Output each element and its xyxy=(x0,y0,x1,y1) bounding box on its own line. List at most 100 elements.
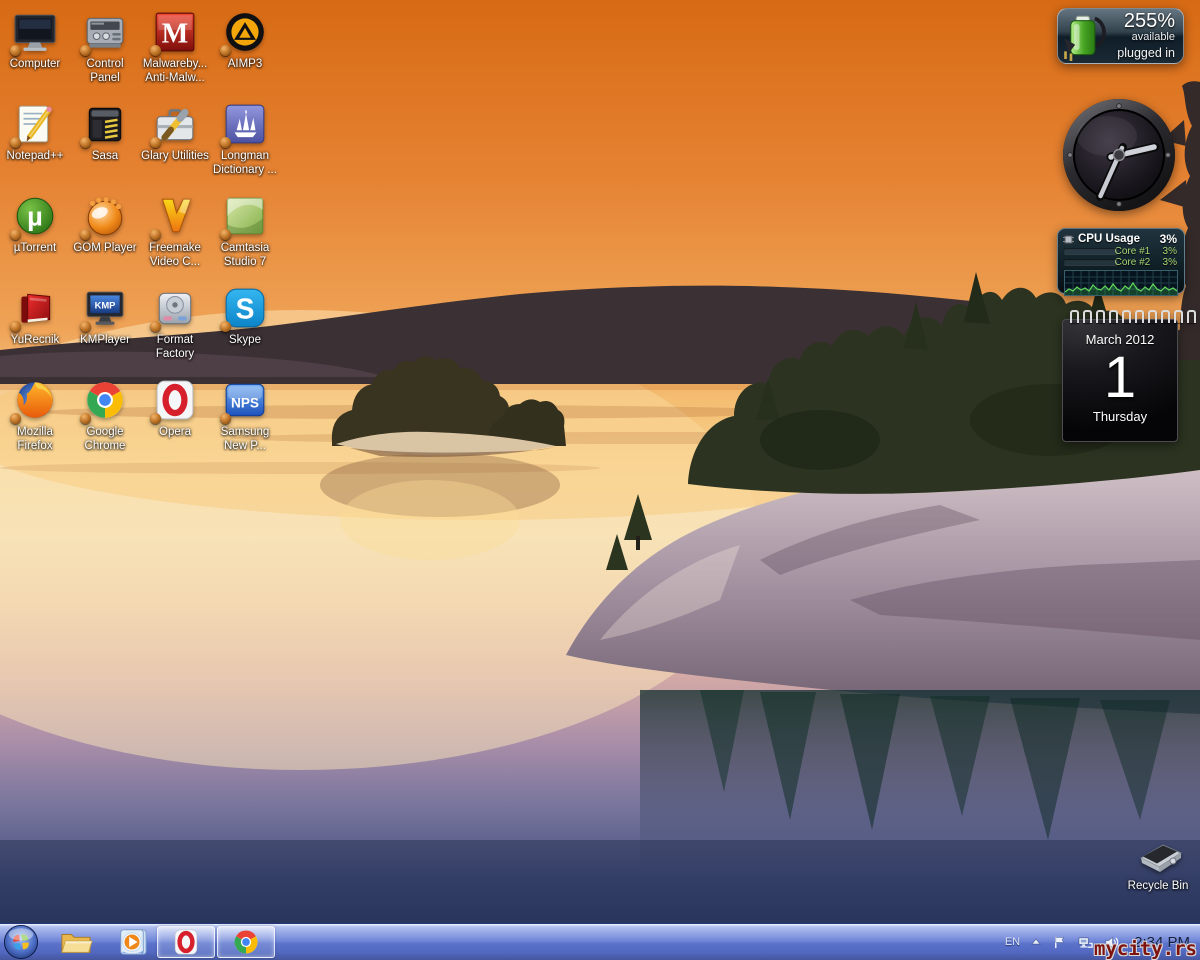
clock-face-icon xyxy=(1062,98,1176,212)
desktop-icon-label: Samsung New P... xyxy=(204,426,286,453)
opera-icon xyxy=(172,928,200,956)
cpu-core1-label: Core #1 xyxy=(1115,246,1151,257)
shortcut-overlay-icon xyxy=(150,321,161,332)
firefox-icon xyxy=(11,376,59,424)
freemake-icon xyxy=(151,192,199,240)
desktop-icon-camtasia[interactable]: Camtasia Studio 7 xyxy=(210,188,280,280)
watermark-text: mycity.rs xyxy=(1094,938,1197,960)
desktop-icon-notepad-plus-plus[interactable]: Notepad++ xyxy=(0,96,70,188)
chrome-icon xyxy=(81,376,129,424)
desktop-icon-aimp3[interactable]: AIMP3 xyxy=(210,4,280,96)
yurecnik-icon xyxy=(11,284,59,332)
cpu-core1-value: 3% xyxy=(1153,246,1177,257)
opera-taskbar-button[interactable] xyxy=(157,926,215,958)
shortcut-overlay-icon xyxy=(10,413,21,424)
shortcut-overlay-icon xyxy=(80,321,91,332)
svg-text:µ: µ xyxy=(27,200,43,231)
language-indicator[interactable]: EN xyxy=(1005,936,1020,948)
desktop-icon-gom-player[interactable]: GOM Player xyxy=(70,188,140,280)
opera-icon xyxy=(151,376,199,424)
desktop-icon-yurecnik[interactable]: YuRecnik xyxy=(0,280,70,372)
desktop-icon-chrome[interactable]: Google Chrome xyxy=(70,372,140,464)
desktop-icon-computer[interactable]: Computer xyxy=(0,4,70,96)
longman-dictionary-icon xyxy=(221,100,269,148)
shortcut-overlay-icon xyxy=(10,137,21,148)
desktop-icon-opera[interactable]: Opera xyxy=(140,372,210,464)
windows-media-player-button[interactable] xyxy=(115,927,149,957)
desktop-icon-samsung-new-pc-studio[interactable]: NPS Samsung New P... xyxy=(210,372,280,464)
analog-clock-gadget[interactable] xyxy=(1062,98,1176,212)
desktop-icon-format-factory[interactable]: Format Factory xyxy=(140,280,210,372)
desktop-icon-control-panel[interactable]: Control Panel xyxy=(70,4,140,96)
recycle-bin[interactable]: Recycle Bin xyxy=(1108,834,1200,894)
computer-icon xyxy=(11,8,59,56)
calendar-spiral-binding xyxy=(1070,310,1196,323)
chrome-taskbar-button[interactable] xyxy=(217,926,275,958)
sasa-folder-icon xyxy=(81,100,129,148)
control-panel-icon xyxy=(81,8,129,56)
show-hidden-icons-button[interactable] xyxy=(1030,937,1042,947)
cpu-core2-bar xyxy=(1064,259,1118,265)
desktop-icon-label: AIMP3 xyxy=(204,58,286,72)
cpu-core2-value: 3% xyxy=(1153,257,1177,268)
battery-icon xyxy=(1062,11,1108,61)
cpu-total-percent: 3% xyxy=(1160,232,1177,246)
battery-percent: 255% xyxy=(1117,11,1175,31)
shortcut-overlay-icon xyxy=(10,45,21,56)
aimp3-icon xyxy=(221,8,269,56)
battery-meter-gadget[interactable]: 255% available plugged in xyxy=(1057,8,1184,64)
camtasia-icon xyxy=(221,192,269,240)
cpu-history-graph xyxy=(1064,270,1178,296)
windows-explorer-button[interactable] xyxy=(59,927,93,957)
desktop: Computer Control Panel M Malwareby... An… xyxy=(0,0,1200,960)
desktop-icon-utorrent[interactable]: µ µTorrent xyxy=(0,188,70,280)
shortcut-overlay-icon xyxy=(220,45,231,56)
folder-icon xyxy=(59,927,93,957)
taskbar: EN 2:34 PM xyxy=(0,923,1200,960)
desktop-icon-label: Longman Dictionary ... xyxy=(204,150,286,177)
svg-text:S: S xyxy=(236,292,255,324)
network-icon[interactable] xyxy=(1077,935,1094,950)
kmplayer-icon: KMP xyxy=(81,284,129,332)
svg-text:NPS: NPS xyxy=(231,395,259,410)
shortcut-overlay-icon xyxy=(10,321,21,332)
notepad-plus-plus-icon xyxy=(11,100,59,148)
cpu-core2-row: Core #2 3% xyxy=(1058,257,1184,268)
desktop-icon-kmplayer[interactable]: KMP KMPlayer xyxy=(70,280,140,372)
shortcut-overlay-icon xyxy=(150,229,161,240)
desktop-icon-firefox[interactable]: Mozilla Firefox xyxy=(0,372,70,464)
desktop-icon-label: Camtasia Studio 7 xyxy=(204,242,286,269)
cpu-usage-gadget[interactable]: CPU Usage 3% Core #1 3% Core #2 3% xyxy=(1057,228,1185,294)
recycle-bin-icon xyxy=(1129,834,1187,878)
media-player-icon xyxy=(115,927,149,957)
shortcut-overlay-icon xyxy=(150,137,161,148)
desktop-icon-glary-utilities[interactable]: Glary Utilities xyxy=(140,96,210,188)
shortcut-overlay-icon xyxy=(150,413,161,424)
action-center-flag-icon[interactable] xyxy=(1052,935,1067,950)
shortcut-overlay-icon xyxy=(80,137,91,148)
glary-utilities-icon xyxy=(151,100,199,148)
desktop-icon-malwarebytes[interactable]: M Malwareby... Anti-Malw... xyxy=(140,4,210,96)
cpu-core1-bar xyxy=(1064,248,1118,254)
desktop-icon-grid: Computer Control Panel M Malwareby... An… xyxy=(0,4,280,464)
cpu-chip-icon xyxy=(1063,234,1074,245)
desktop-icon-freemake[interactable]: Freemake Video C... xyxy=(140,188,210,280)
battery-available-label: available xyxy=(1117,31,1175,43)
shortcut-overlay-icon xyxy=(80,45,91,56)
shortcut-overlay-icon xyxy=(80,413,91,424)
desktop-icon-sasa[interactable]: Sasa xyxy=(70,96,140,188)
desktop-icon-label: Skype xyxy=(204,334,286,348)
start-button[interactable] xyxy=(3,924,39,960)
calendar-page: March 2012 1 Thursday xyxy=(1062,319,1178,442)
shortcut-overlay-icon xyxy=(220,321,231,332)
desktop-icon-skype[interactable]: S Skype xyxy=(210,280,280,372)
desktop-icon-longman-dictionary[interactable]: Longman Dictionary ... xyxy=(210,96,280,188)
cpu-gadget-title: CPU Usage xyxy=(1078,233,1160,245)
malwarebytes-icon: M xyxy=(151,8,199,56)
chrome-icon xyxy=(232,928,260,956)
format-factory-icon xyxy=(151,284,199,332)
utorrent-icon: µ xyxy=(11,192,59,240)
svg-text:M: M xyxy=(162,18,189,49)
calendar-weekday: Thursday xyxy=(1063,409,1177,424)
calendar-gadget[interactable]: March 2012 1 Thursday xyxy=(1062,314,1178,442)
